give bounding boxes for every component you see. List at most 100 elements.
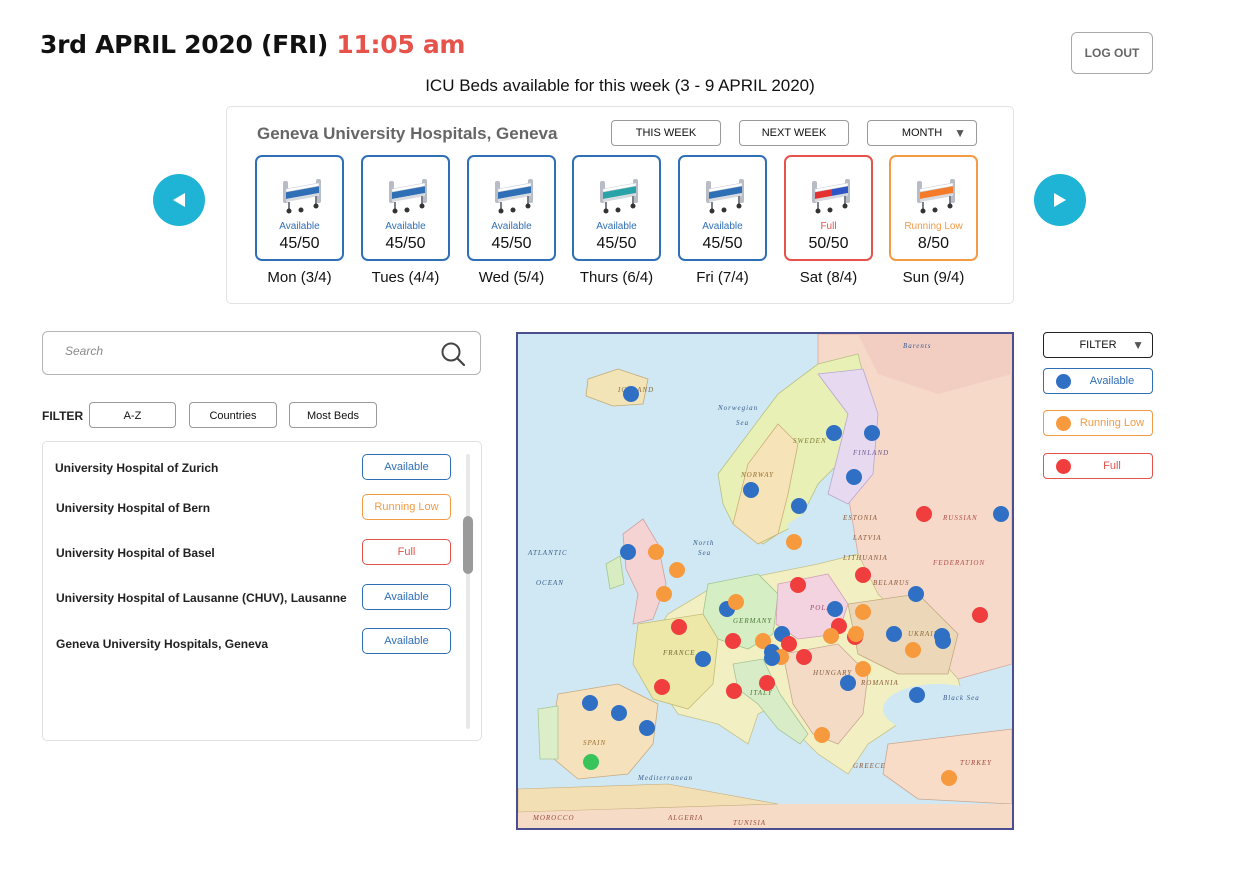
- search-box[interactable]: [42, 331, 481, 375]
- status-badge[interactable]: Available: [362, 628, 451, 654]
- europe-map[interactable]: ATLANTIC OCEAN Norwegian Sea North Sea B…: [516, 332, 1014, 830]
- map-pin-available[interactable]: [827, 601, 843, 617]
- day-card[interactable]: Running Low 8/50: [889, 155, 978, 261]
- map-pin-available[interactable]: [846, 469, 862, 485]
- map-pin-available[interactable]: [909, 687, 925, 703]
- this-week-button[interactable]: THIS WEEK: [611, 120, 721, 146]
- map-pin-running-low[interactable]: [941, 770, 957, 786]
- hospital-bed-icon: [600, 179, 638, 214]
- day-card[interactable]: Full 50/50: [784, 155, 873, 261]
- map-filter-dropdown[interactable]: FILTER ▼: [1043, 332, 1153, 358]
- map-label-black-sea: Black Sea: [943, 694, 980, 702]
- map-pin-available[interactable]: [908, 586, 924, 602]
- day-card[interactable]: Available 45/50: [467, 155, 556, 261]
- map-pin-running-low[interactable]: [905, 642, 921, 658]
- next-week-button[interactable]: NEXT WEEK: [739, 120, 849, 146]
- scrollbar-thumb[interactable]: [463, 516, 473, 574]
- day-wed[interactable]: Available 45/50 Wed (5/4): [467, 155, 556, 286]
- map-pin-full[interactable]: [759, 675, 775, 691]
- map-label-greece: GREECE: [853, 762, 886, 770]
- day-label: Fri (7/4): [696, 269, 749, 286]
- map-pin-running-low[interactable]: [823, 628, 839, 644]
- map-pin-running-low[interactable]: [648, 544, 664, 560]
- status-badge[interactable]: Full: [362, 539, 451, 565]
- map-pin-available[interactable]: [886, 626, 902, 642]
- map-pin-full[interactable]: [671, 619, 687, 635]
- hospital-bed-icon: [812, 179, 850, 214]
- day-label: Sun (9/4): [902, 269, 965, 286]
- map-pin-running-low[interactable]: [855, 604, 871, 620]
- list-item[interactable]: University Hospital of Basel Full: [55, 539, 465, 567]
- day-sat[interactable]: Full 50/50 Sat (8/4): [784, 155, 873, 286]
- search-icon[interactable]: [440, 341, 466, 367]
- map-pin-available[interactable]: [840, 675, 856, 691]
- filter-az-button[interactable]: A-Z: [89, 402, 176, 428]
- map-pin-full[interactable]: [972, 607, 988, 623]
- map-pin-available[interactable]: [639, 720, 655, 736]
- list-item[interactable]: Geneva University Hospitals, Geneva Avai…: [55, 628, 465, 656]
- map-pin-running-low[interactable]: [728, 594, 744, 610]
- map-pin-available[interactable]: [582, 695, 598, 711]
- map-pin-full[interactable]: [916, 506, 932, 522]
- map-pin-full[interactable]: [796, 649, 812, 665]
- scrollbar-track[interactable]: [466, 454, 470, 729]
- list-item[interactable]: University Hospital of Zurich Available: [55, 454, 465, 482]
- availability-status: Running Low: [904, 221, 963, 232]
- legend-available[interactable]: Available: [1043, 368, 1153, 394]
- map-pin-full[interactable]: [654, 679, 670, 695]
- day-sun[interactable]: Running Low 8/50 Sun (9/4): [889, 155, 978, 286]
- map-pin-running-low[interactable]: [855, 661, 871, 677]
- hospital-bed-icon: [283, 179, 321, 214]
- available-dot-icon: [1056, 374, 1071, 389]
- map-pin-available[interactable]: [864, 425, 880, 441]
- hospital-list[interactable]: University Hospital of Zurich Available …: [42, 441, 482, 741]
- map-pin-running-low[interactable]: [848, 626, 864, 642]
- list-item[interactable]: University Hospital of Bern Running Low: [55, 494, 465, 522]
- next-week-arrow-button[interactable]: [1034, 174, 1086, 226]
- filter-most-beds-button[interactable]: Most Beds: [289, 402, 377, 428]
- status-badge[interactable]: Available: [362, 454, 451, 480]
- map-pin-running-low[interactable]: [656, 586, 672, 602]
- map-pin-full[interactable]: [725, 633, 741, 649]
- map-label-turkey: TURKEY: [960, 759, 993, 767]
- status-badge[interactable]: Running Low: [362, 494, 451, 520]
- status-badge[interactable]: Available: [362, 584, 451, 610]
- map-pin-available[interactable]: [791, 498, 807, 514]
- legend-running-low[interactable]: Running Low: [1043, 410, 1153, 436]
- map-pin-full[interactable]: [726, 683, 742, 699]
- map-pin-running-low[interactable]: [786, 534, 802, 550]
- legend-full-label: Full: [1103, 460, 1121, 472]
- map-pin-full[interactable]: [855, 567, 871, 583]
- day-tue[interactable]: Available 45/50 Tues (4/4): [361, 155, 450, 286]
- day-card[interactable]: Available 45/50: [678, 155, 767, 261]
- map-pin-running-low[interactable]: [669, 562, 685, 578]
- month-dropdown[interactable]: MONTH ▼: [867, 120, 977, 146]
- day-thu[interactable]: Available 45/50 Thurs (6/4): [572, 155, 661, 286]
- previous-week-button[interactable]: [153, 174, 205, 226]
- map-pin-available[interactable]: [623, 386, 639, 402]
- map-pin-available[interactable]: [620, 544, 636, 560]
- map-label-barents: Barents: [903, 342, 932, 350]
- list-item[interactable]: University Hospital of Lausanne (CHUV), …: [55, 584, 465, 612]
- day-mon[interactable]: Available 45/50 Mon (3/4): [255, 155, 344, 286]
- map-pin-available[interactable]: [743, 482, 759, 498]
- map-pin-available[interactable]: [611, 705, 627, 721]
- legend-full[interactable]: Full: [1043, 453, 1153, 479]
- map-pin-green[interactable]: [583, 754, 599, 770]
- map-pin-available[interactable]: [695, 651, 711, 667]
- map-pin-available[interactable]: [764, 650, 780, 666]
- search-input[interactable]: [65, 344, 425, 358]
- map-pin-full[interactable]: [790, 577, 806, 593]
- day-card[interactable]: Available 45/50: [255, 155, 344, 261]
- map-pin-available[interactable]: [935, 633, 951, 649]
- filter-countries-button[interactable]: Countries: [189, 402, 277, 428]
- map-label-norwegian: Norwegian: [718, 404, 759, 412]
- map-pin-available[interactable]: [826, 425, 842, 441]
- day-card[interactable]: Available 45/50: [361, 155, 450, 261]
- map-pin-available[interactable]: [993, 506, 1009, 522]
- logout-button[interactable]: LOG OUT: [1071, 32, 1153, 74]
- day-fri[interactable]: Available 45/50 Fri (7/4): [678, 155, 767, 286]
- map-pin-running-low[interactable]: [814, 727, 830, 743]
- day-card[interactable]: Available 45/50: [572, 155, 661, 261]
- map-label-mediterranean: Mediterranean: [638, 774, 693, 782]
